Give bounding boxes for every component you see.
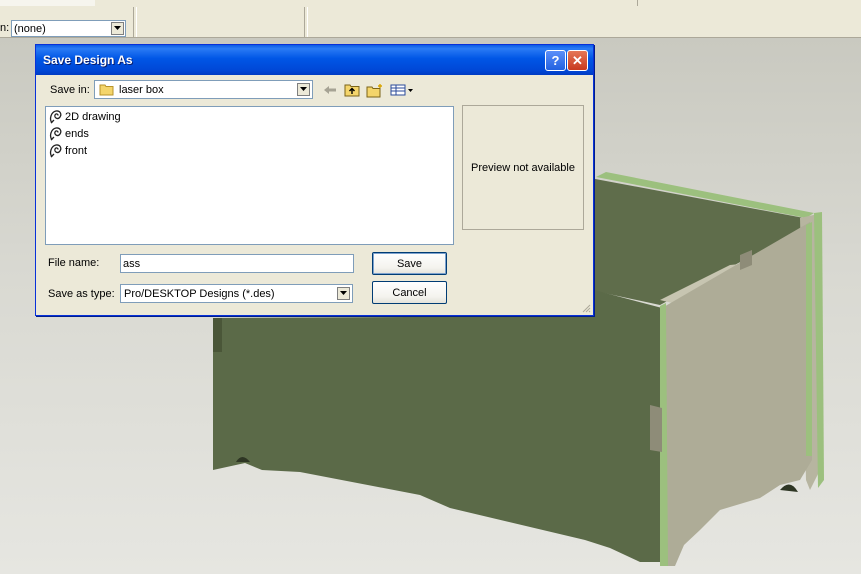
file-name-label: File name: <box>48 257 100 269</box>
workspace-combo[interactable]: (none) <box>11 20 126 37</box>
list-item[interactable]: ends <box>48 126 89 142</box>
folder-icon <box>99 84 114 96</box>
save-as-type-value: Pro/DESKTOP Designs (*.des) <box>124 288 275 300</box>
save-design-dialog: Save Design As ? ✕ Save in: laser box 2D… <box>35 44 594 316</box>
model-front-face <box>213 290 662 562</box>
preview-text: Preview not available <box>471 161 575 174</box>
model-slot <box>213 318 222 352</box>
list-item[interactable]: front <box>48 143 87 159</box>
toolbar-separator <box>304 7 308 37</box>
dialog-title: Save Design As <box>43 53 133 67</box>
file-name-input[interactable] <box>120 254 354 273</box>
design-file-icon <box>49 144 62 158</box>
model-edge <box>806 222 812 456</box>
view-menu-icon[interactable] <box>389 81 415 99</box>
model-foot <box>780 484 798 492</box>
cancel-button[interactable]: Cancel <box>372 281 447 304</box>
save-as-type-label: Save as type: <box>48 288 115 300</box>
file-list[interactable]: 2D drawing ends front <box>45 106 454 245</box>
toolbar-separator <box>133 7 137 37</box>
save-in-combo[interactable]: laser box <box>94 80 313 99</box>
new-folder-icon[interactable] <box>365 81 385 99</box>
file-name-text: ends <box>65 128 89 140</box>
design-file-icon <box>49 110 62 124</box>
save-in-value: laser box <box>119 84 164 96</box>
dialog-title-bar[interactable]: Save Design As ? ✕ <box>36 45 593 75</box>
save-as-type-combo[interactable]: Pro/DESKTOP Designs (*.des) <box>120 284 353 303</box>
design-file-icon <box>49 127 62 141</box>
file-name-text: 2D drawing <box>65 111 121 123</box>
top-tab[interactable] <box>375 0 638 6</box>
top-tab[interactable] <box>205 0 376 6</box>
workspace-label: n: <box>0 22 10 34</box>
workspace-combo-value: (none) <box>14 23 46 35</box>
chevron-down-icon[interactable] <box>337 287 350 300</box>
workspace-toolbar: n: (none) <box>0 7 861 38</box>
save-in-label: Save in: <box>50 84 90 96</box>
top-tab[interactable] <box>95 0 206 6</box>
resize-grip-icon[interactable] <box>581 303 591 313</box>
preview-pane: Preview not available <box>462 105 584 230</box>
save-button[interactable]: Save <box>372 252 447 275</box>
model-slot <box>650 405 662 452</box>
chevron-down-icon[interactable] <box>111 22 124 35</box>
chevron-down-icon[interactable] <box>297 83 310 96</box>
top-tab[interactable] <box>0 0 96 6</box>
close-button[interactable]: ✕ <box>567 50 588 71</box>
up-folder-icon[interactable] <box>342 81 362 99</box>
back-arrow-icon[interactable] <box>320 81 340 99</box>
file-name-text: front <box>65 145 88 157</box>
list-item[interactable]: 2D drawing <box>48 109 121 125</box>
help-button[interactable]: ? <box>545 50 566 71</box>
